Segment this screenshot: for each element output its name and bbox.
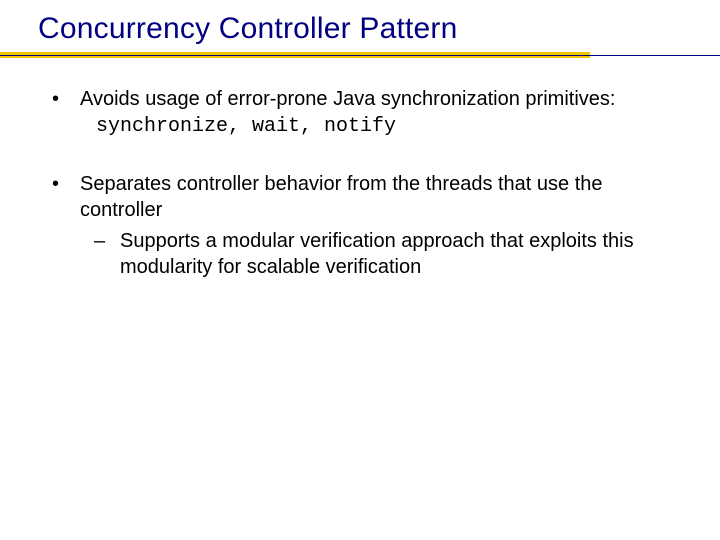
bullet-item: Separates controller behavior from the t… [40, 171, 680, 281]
code-primitives: synchronize, wait, notify [80, 114, 680, 140]
bullet-item: Avoids usage of error-prone Java synchro… [40, 86, 680, 141]
sub-bullet-text: Supports a modular verification approach… [120, 230, 634, 278]
slide-title: Concurrency Controller Pattern [0, 0, 720, 52]
sub-bullet-item: Supports a modular verification approach… [80, 228, 680, 281]
rule-navy [0, 55, 720, 56]
slide-body: Avoids usage of error-prone Java synchro… [0, 60, 720, 280]
bullet-text: Avoids usage of error-prone Java synchro… [80, 88, 615, 110]
title-rule [0, 52, 720, 60]
bullet-text: Separates controller behavior from the t… [80, 173, 603, 221]
